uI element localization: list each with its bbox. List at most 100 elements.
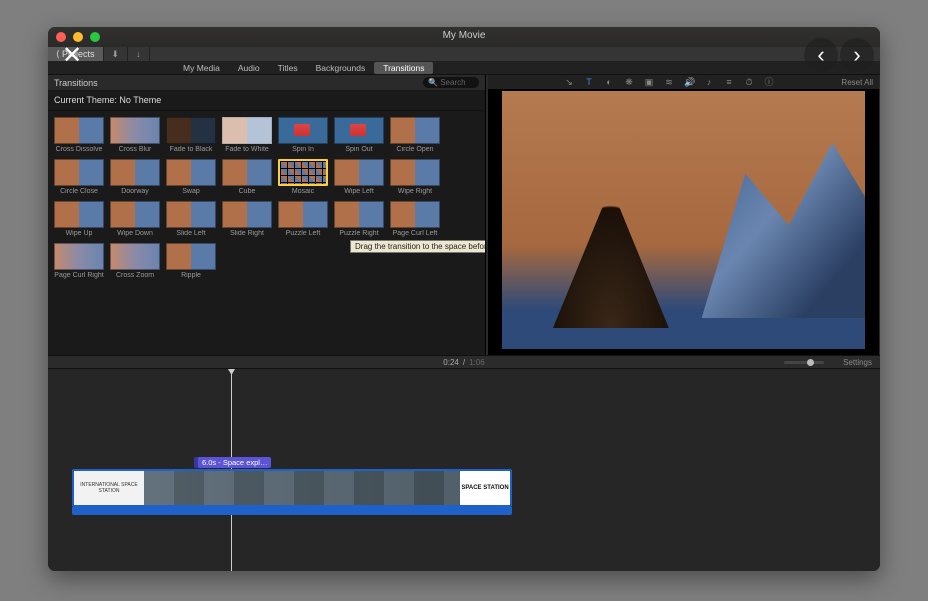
transition-puzzle-left[interactable]: Puzzle Left [278, 201, 328, 237]
transition-wipe-right[interactable]: Wipe Right [390, 159, 440, 195]
transition-thumb [54, 117, 104, 144]
transition-circle-close[interactable]: Circle Close [54, 159, 104, 195]
transition-label: Puzzle Left [278, 230, 328, 237]
transition-slide-left[interactable]: Slide Left [166, 201, 216, 237]
preview-viewer[interactable] [502, 91, 865, 349]
transition-doorway[interactable]: Doorway [110, 159, 160, 195]
transition-label: Cross Zoom [110, 272, 160, 279]
timecode-sep: / [463, 358, 465, 367]
transition-cube[interactable]: Cube [222, 159, 272, 195]
timeline[interactable]: 6.0s - Space expl… INTERNATIONAL SPACE S… [48, 369, 880, 571]
transition-label: Spin In [278, 146, 328, 153]
transition-label: Slide Left [166, 230, 216, 237]
transition-cross-zoom[interactable]: Cross Zoom [110, 243, 160, 279]
clip-label-tag[interactable]: 6.0s - Space expl… [198, 457, 271, 468]
titlebar: My Movie [48, 27, 880, 47]
crop-icon[interactable]: ▣ [644, 77, 654, 87]
transition-thumb [334, 201, 384, 228]
transition-label: Circle Open [390, 146, 440, 153]
import-media-button[interactable]: ⬇ [104, 47, 129, 61]
transition-label: Wipe Left [334, 188, 384, 195]
close-icon: ✕ [62, 41, 82, 70]
tutorial-close-button[interactable]: ✕ [55, 38, 89, 72]
transition-label: Mosaic [278, 188, 328, 195]
timeline-settings-button[interactable]: Settings [843, 358, 872, 367]
transition-thumb [166, 243, 216, 270]
slate-text: INTERNATIONAL SPACE STATION [74, 482, 144, 494]
noise-icon[interactable]: ♪ [704, 77, 714, 87]
transition-thumb [54, 201, 104, 228]
panel-title: Transitions [54, 78, 98, 88]
tutorial-next-button[interactable]: › [840, 38, 874, 72]
color-balance-icon[interactable]: ◐ [604, 77, 614, 87]
transition-label: Wipe Right [390, 188, 440, 195]
clip-audio-track[interactable] [72, 507, 512, 515]
transition-label: Cross Dissolve [54, 146, 104, 153]
eq-icon[interactable]: ≡ [724, 77, 734, 87]
info-icon[interactable]: ⓘ [764, 77, 774, 87]
transition-label: Fade to White [222, 146, 272, 153]
transition-thumb [222, 117, 272, 144]
transition-wipe-left[interactable]: Wipe Left [334, 159, 384, 195]
chevron-left-icon: ‹ [817, 42, 824, 68]
transition-thumb [334, 117, 384, 144]
transition-label: Fade to Black [166, 146, 216, 153]
video-clip[interactable]: INTERNATIONAL SPACE STATION SPACE STATIO… [72, 469, 512, 507]
transition-slide-right[interactable]: Slide Right [222, 201, 272, 237]
transition-thumb [390, 117, 440, 144]
speed-icon[interactable]: ⏱ [744, 77, 754, 87]
transition-fade-to-white[interactable]: Fade to White [222, 117, 272, 153]
import-icon: ⬇ [112, 49, 120, 60]
transition-thumb [110, 243, 160, 270]
media-tabbar: My MediaAudioTitlesBackgroundsTransition… [48, 61, 880, 75]
preview-toolbar: ↘ T ◐ ❋ ▣ ≋ 🔊 ♪ ≡ ⏱ ⓘ Reset All [488, 75, 879, 89]
stabilize-icon[interactable]: ≋ [664, 77, 674, 87]
tab-transitions[interactable]: Transitions [374, 62, 433, 74]
zoom-slider[interactable] [784, 361, 824, 364]
transition-cross-dissolve[interactable]: Cross Dissolve [54, 117, 104, 153]
transition-circle-open[interactable]: Circle Open [390, 117, 440, 153]
transitions-grid: Cross Dissolve Cross Blur Fade to Black Fad… [48, 111, 485, 283]
transition-thumb [110, 117, 160, 144]
volume-icon[interactable]: 🔊 [684, 77, 694, 87]
reset-all-button[interactable]: Reset All [841, 78, 873, 87]
tutorial-prev-button[interactable]: ‹ [804, 38, 838, 72]
search-icon: 🔍 [428, 78, 438, 87]
transition-spin-in[interactable]: Spin In [278, 117, 328, 153]
color-wheel-icon[interactable]: ❋ [624, 77, 634, 87]
tab-my-media[interactable]: My Media [174, 62, 229, 74]
text-icon[interactable]: T [584, 77, 594, 87]
adjust-icon[interactable]: ↘ [564, 77, 574, 87]
transition-page-curl-right[interactable]: Page Curl Right [54, 243, 104, 279]
transition-mosaic[interactable]: Mosaic [278, 159, 328, 195]
tab-backgrounds[interactable]: Backgrounds [307, 62, 375, 74]
transition-label: Cross Blur [110, 146, 160, 153]
transition-thumb [278, 201, 328, 228]
transition-page-curl-left[interactable]: Page Curl Left [390, 201, 440, 237]
search-input[interactable]: 🔍 Search [423, 77, 479, 88]
transition-thumb [278, 159, 328, 186]
search-placeholder: Search [440, 78, 465, 87]
transition-fade-to-black[interactable]: Fade to Black [166, 117, 216, 153]
transition-thumb [222, 159, 272, 186]
transition-thumb [390, 159, 440, 186]
transition-thumb [334, 159, 384, 186]
tab-audio[interactable]: Audio [229, 62, 269, 74]
transition-cross-blur[interactable]: Cross Blur [110, 117, 160, 153]
transition-label: Puzzle Right [334, 230, 384, 237]
chevron-right-icon: › [853, 42, 860, 68]
transition-thumb [222, 201, 272, 228]
transition-wipe-up[interactable]: Wipe Up [54, 201, 104, 237]
timecode-total: 1:06 [469, 358, 485, 367]
transition-wipe-down[interactable]: Wipe Down [110, 201, 160, 237]
transition-thumb [166, 159, 216, 186]
transition-spin-out[interactable]: Spin Out [334, 117, 384, 153]
transition-puzzle-right[interactable]: Puzzle Right [334, 201, 384, 237]
transition-label: Page Curl Right [54, 272, 104, 279]
transition-thumb [54, 243, 104, 270]
tab-titles[interactable]: Titles [269, 62, 307, 74]
transition-thumb [110, 201, 160, 228]
transition-swap[interactable]: Swap [166, 159, 216, 195]
download-button[interactable]: ↓ [128, 47, 150, 61]
transition-ripple[interactable]: Ripple [166, 243, 216, 279]
